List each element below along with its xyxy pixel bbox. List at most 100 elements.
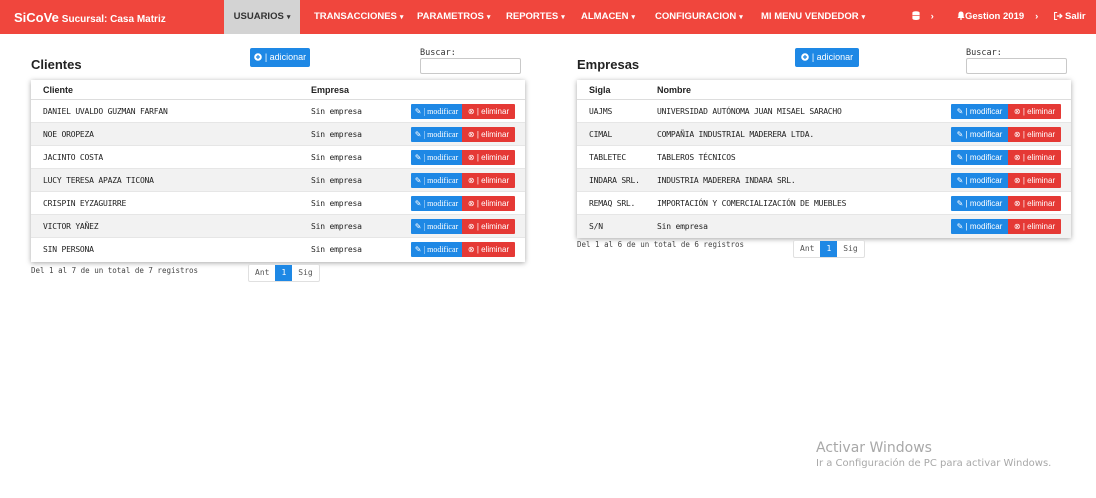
- delete-button[interactable]: ⊗ | eliminar: [1008, 104, 1061, 119]
- modify-button[interactable]: ✎ | modificar: [411, 242, 462, 257]
- delete-button[interactable]: ⊗ | eliminar: [1008, 196, 1061, 211]
- modify-button[interactable]: ✎ | modificar: [411, 127, 462, 142]
- empresas-search-input[interactable]: [966, 58, 1067, 74]
- nav-almacen[interactable]: ALMACEN ▾: [575, 0, 639, 34]
- brand-name[interactable]: SiCoVe: [14, 10, 59, 25]
- column-header-cliente[interactable]: Cliente: [43, 85, 73, 95]
- modify-button[interactable]: ✎ | modificar: [411, 219, 462, 234]
- modify-button[interactable]: ✎ | modificar: [411, 173, 462, 188]
- pagination-prev[interactable]: Ant: [249, 265, 275, 281]
- database-icon: [912, 11, 920, 20]
- salir-link[interactable]: Salir: [1054, 0, 1094, 34]
- delete-label: | eliminar: [476, 199, 510, 208]
- modify-button[interactable]: ✎ | modificar: [951, 127, 1008, 142]
- top-navbar: SiCoVe Sucursal: Casa Matriz USUARIOS ▾ TR…: [0, 0, 1096, 34]
- pencil-icon: ✎: [414, 107, 422, 116]
- nav-reportes[interactable]: REPORTES ▾: [500, 0, 565, 34]
- modify-button[interactable]: ✎ | modificar: [951, 219, 1008, 234]
- chevron-down-icon: ▾: [561, 14, 565, 21]
- empresas-search-label: Buscar:: [966, 48, 1002, 58]
- modify-button[interactable]: ✎ | modificar: [411, 104, 462, 119]
- delete-button[interactable]: ⊗ | eliminar: [1008, 127, 1061, 142]
- empresa-cell: Sin empresa: [311, 245, 362, 254]
- table-row: NOE OROPEZA Sin empresa ✎ | modificar ⊗ …: [31, 123, 525, 146]
- pencil-icon: ✎: [414, 176, 422, 185]
- modify-button[interactable]: ✎ | modificar: [411, 150, 462, 165]
- delete-button[interactable]: ⊗ | eliminar: [462, 219, 515, 234]
- delete-button[interactable]: ⊗ | eliminar: [1008, 173, 1061, 188]
- nav-parametros-label: PARAMETROS: [417, 11, 484, 22]
- modify-button[interactable]: ✎ | modificar: [951, 196, 1008, 211]
- plus-circle-icon: [801, 53, 809, 61]
- modify-button[interactable]: ✎ | modificar: [951, 173, 1008, 188]
- database-menu[interactable]: ›: [912, 0, 946, 34]
- pencil-icon: ✎: [956, 176, 964, 185]
- delete-button[interactable]: ⊗ | eliminar: [462, 150, 515, 165]
- delete-button[interactable]: ⊗ | eliminar: [462, 196, 515, 211]
- modify-button[interactable]: ✎ | modificar: [951, 104, 1008, 119]
- column-header-sigla[interactable]: Sigla: [589, 85, 611, 95]
- times-circle-icon: ⊗: [467, 245, 475, 254]
- delete-button[interactable]: ⊗ | eliminar: [1008, 150, 1061, 165]
- pagination-prev[interactable]: Ant: [794, 241, 820, 257]
- modify-button[interactable]: ✎ | modificar: [951, 150, 1008, 165]
- cliente-cell: VICTOR YAÑEZ: [43, 222, 99, 231]
- modify-label: | modificar: [423, 153, 459, 162]
- empresa-cell: Sin empresa: [311, 130, 362, 139]
- bell-icon: [957, 11, 965, 20]
- nav-almacen-label: ALMACEN: [581, 11, 629, 22]
- column-header-empresa[interactable]: Empresa: [311, 85, 349, 95]
- pencil-icon: ✎: [956, 130, 964, 139]
- nav-usuarios[interactable]: USUARIOS ▾: [224, 0, 300, 34]
- delete-button[interactable]: ⊗ | eliminar: [1008, 219, 1061, 234]
- delete-label: | eliminar: [1022, 107, 1056, 116]
- nav-parametros[interactable]: PARAMETROS ▾: [411, 0, 490, 34]
- delete-label: | eliminar: [1022, 199, 1056, 208]
- delete-label: | eliminar: [476, 176, 510, 185]
- modify-label: | modificar: [423, 176, 459, 185]
- cliente-cell: DANIEL UVALDO GUZMAN FARFAN: [43, 107, 168, 116]
- pencil-icon: ✎: [414, 199, 422, 208]
- nav-transacciones[interactable]: TRANSACCIONES ▾: [308, 0, 403, 34]
- delete-label: | eliminar: [1022, 153, 1056, 162]
- modify-label: | modificar: [423, 222, 459, 231]
- table-row: VICTOR YAÑEZ Sin empresa ✎ | modificar ⊗…: [31, 215, 525, 238]
- brand[interactable]: SiCoVe Sucursal: Casa Matriz: [14, 9, 166, 27]
- pencil-icon: ✎: [414, 245, 422, 254]
- delete-button[interactable]: ⊗ | eliminar: [462, 173, 515, 188]
- modify-button[interactable]: ✎ | modificar: [411, 196, 462, 211]
- cliente-cell: CRISPIN EYZAGUIRRE: [43, 199, 127, 208]
- pagination-page-1[interactable]: 1: [275, 265, 293, 281]
- nav-mi-menu-vendedor[interactable]: MI MENU VENDEDOR ▾: [755, 0, 865, 34]
- table-row: LUCY TERESA APAZA TICONA Sin empresa ✎ |…: [31, 169, 525, 192]
- delete-button[interactable]: ⊗ | eliminar: [462, 104, 515, 119]
- modify-label: | modificar: [965, 176, 1003, 185]
- clientes-search-input[interactable]: [420, 58, 521, 74]
- pagination-page-1[interactable]: 1: [820, 241, 838, 257]
- branch-label: Sucursal: Casa Matriz: [61, 14, 166, 25]
- nombre-cell: UNIVERSIDAD AUTÓNOMA JUAN MISAEL SARACHO: [657, 107, 842, 116]
- column-header-nombre[interactable]: Nombre: [657, 85, 691, 95]
- delete-button[interactable]: ⊗ | eliminar: [462, 242, 515, 257]
- nav-configuracion-label: CONFIGURACION: [655, 11, 737, 22]
- nav-usuarios-label: USUARIOS: [233, 11, 284, 22]
- sigla-cell: TABLETEC: [589, 153, 626, 162]
- pagination-next[interactable]: Sig: [292, 265, 318, 281]
- modify-label: | modificar: [965, 222, 1003, 231]
- cliente-cell: NOE OROPEZA: [43, 130, 94, 139]
- delete-button[interactable]: ⊗ | eliminar: [462, 127, 515, 142]
- nav-configuracion[interactable]: CONFIGURACION ▾: [649, 0, 743, 34]
- table-row: UAJMS UNIVERSIDAD AUTÓNOMA JUAN MISAEL S…: [577, 100, 1071, 123]
- add-cliente-button[interactable]: | adicionar: [250, 48, 310, 67]
- empresa-cell: Sin empresa: [311, 199, 362, 208]
- times-circle-icon: ⊗: [467, 222, 475, 231]
- table-row: INDARA SRL. INDUSTRIA MADERERA INDARA SR…: [577, 169, 1071, 192]
- pagination-next[interactable]: Sig: [837, 241, 863, 257]
- add-empresa-button[interactable]: | adicionar: [795, 48, 859, 67]
- gestion-menu[interactable]: Gestion 2019 ›: [957, 0, 1043, 34]
- empresas-title: Empresas: [577, 57, 640, 72]
- empresas-pagination: Ant 1 Sig: [793, 240, 865, 258]
- chevron-down-icon: ▾: [399, 14, 404, 21]
- times-circle-icon: ⊗: [1013, 199, 1021, 208]
- pencil-icon: ✎: [414, 130, 422, 139]
